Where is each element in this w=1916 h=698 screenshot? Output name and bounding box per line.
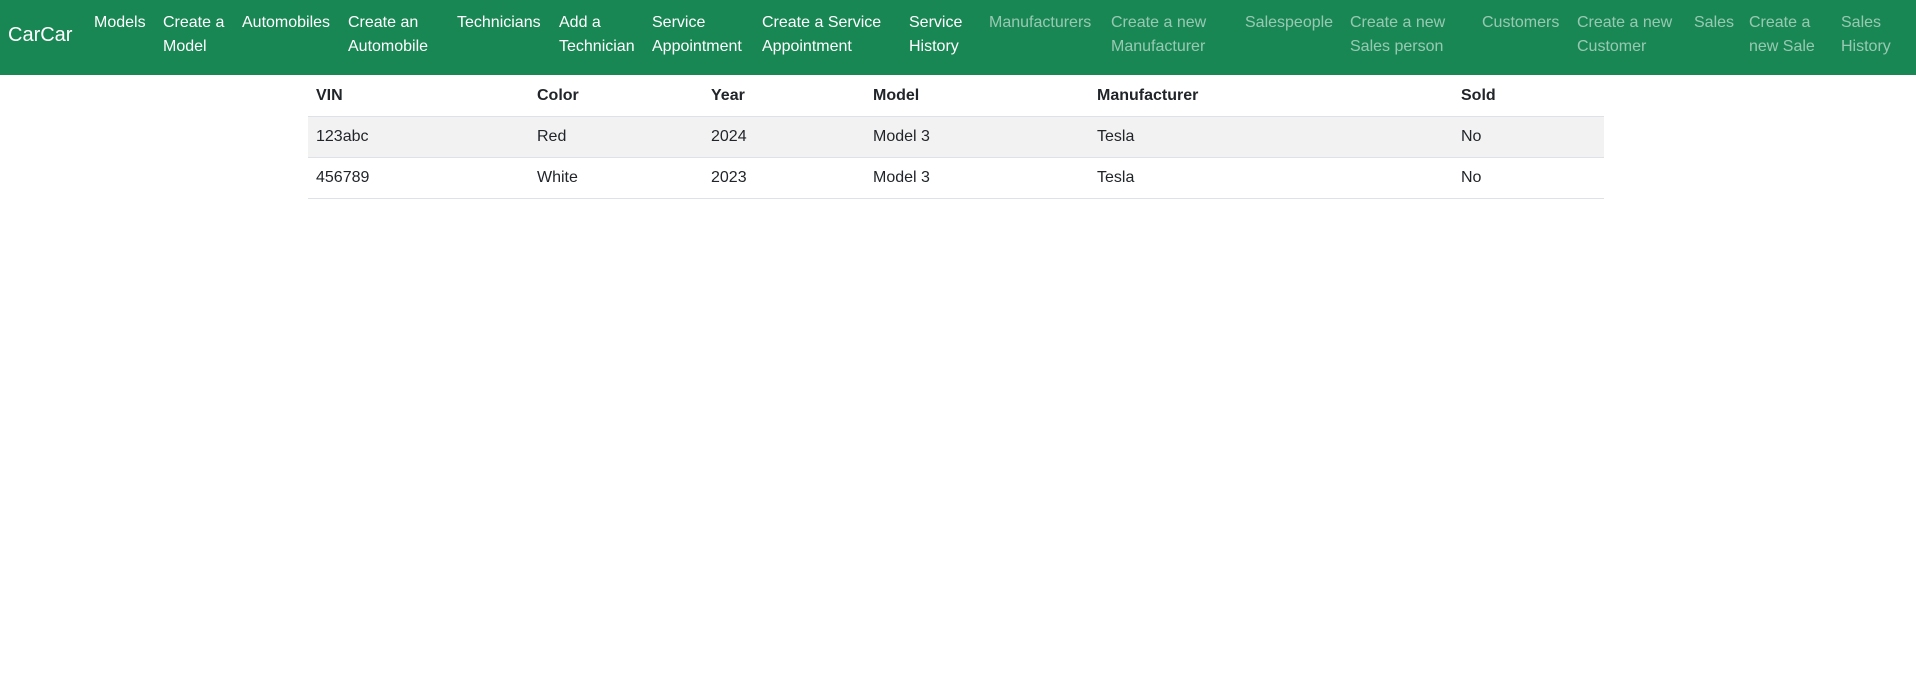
column-header-model: Model [865,77,1089,117]
column-header-vin: VIN [308,77,529,117]
nav-link-label: Create a [1749,14,1811,31]
column-header-sold: Sold [1453,77,1604,117]
cell-manufacturer: Tesla [1089,116,1453,158]
table-header: VIN Color Year Model Manufacturer Sold [308,77,1604,117]
automobiles-table: VIN Color Year Model Manufacturer Sold 1… [308,77,1604,199]
nav-link-label: Technician [559,38,635,55]
cell-color: White [529,157,703,199]
nav-link-label: Service [909,14,963,31]
nav-link-label: Customers [1482,14,1560,31]
nav-link-label: Sales [1694,14,1735,31]
column-header-color: Color [529,77,703,117]
cell-model: Model 3 [865,116,1089,158]
nav-link-automobiles[interactable]: Automobiles [242,11,330,35]
nav-link-service-appointment[interactable]: Service Appointment [652,11,742,59]
nav-link-label: Salespeople [1245,14,1334,31]
cell-year: 2024 [703,116,865,158]
cell-manufacturer: Tesla [1089,157,1453,199]
column-header-manufacturer: Manufacturer [1089,77,1453,117]
nav-link-label: Create a Service [762,14,882,31]
nav-link-label: Create a new [1111,14,1207,31]
nav-link-create-manufacturer[interactable]: Create a new Manufacturer [1111,11,1206,59]
nav-link-label: Models [94,14,146,31]
nav-link-label: Create a new [1577,14,1673,31]
cell-model: Model 3 [865,157,1089,199]
nav-link-label: Automobile [348,38,429,55]
table-row: 123abc Red 2024 Model 3 Tesla No [308,116,1604,158]
cell-sold: No [1453,157,1604,199]
nav-link-label: Add a [559,14,601,31]
cell-vin: 123abc [308,116,529,158]
brand-link[interactable]: CarCar [8,22,72,48]
nav-link-models[interactable]: Models [94,11,146,35]
nav-link-create-automobile[interactable]: Create an Automobile [348,11,428,59]
nav-link-label: History [909,38,959,55]
nav-link-manufacturers[interactable]: Manufacturers [989,11,1091,35]
nav-link-salespeople[interactable]: Salespeople [1245,11,1333,35]
nav-link-technicians[interactable]: Technicians [457,11,541,35]
nav-link-label: Create a [163,14,225,31]
cell-vin: 456789 [308,157,529,199]
nav-link-label: new Sale [1749,38,1815,55]
nav-link-service-history[interactable]: Service History [909,11,962,59]
nav-link-customers[interactable]: Customers [1482,11,1559,35]
nav-link-label: Model [163,38,207,55]
nav-link-create-sale[interactable]: Create a new Sale [1749,11,1815,59]
nav-link-label: Service [652,14,706,31]
table-header-row: VIN Color Year Model Manufacturer Sold [308,77,1604,117]
nav-link-label: Automobiles [242,14,331,31]
nav-link-label: Create an [348,14,419,31]
nav-link-label: Manufacturer [1111,38,1206,55]
nav-link-label: Appointment [652,38,742,55]
nav-link-add-technician[interactable]: Add a Technician [559,11,635,59]
nav-link-create-customer[interactable]: Create a new Customer [1577,11,1672,59]
nav-link-create-service-appointment[interactable]: Create a Service Appointment [762,11,881,59]
cell-color: Red [529,116,703,158]
cell-year: 2023 [703,157,865,199]
nav-link-label: Appointment [762,38,852,55]
table-row: 456789 White 2023 Model 3 Tesla No [308,157,1604,199]
nav-link-create-model[interactable]: Create a Model [163,11,224,59]
navbar: CarCar Models Create a Model Automobiles… [0,0,1916,75]
nav-link-label: Technicians [457,14,541,31]
column-header-year: Year [703,77,865,117]
nav-link-create-sales-person[interactable]: Create a new Sales person [1350,11,1445,59]
cell-sold: No [1453,116,1604,158]
nav-link-label: Sales [1841,14,1882,31]
table-body: 123abc Red 2024 Model 3 Tesla No 456789 … [308,116,1604,199]
nav-link-sales[interactable]: Sales [1694,11,1734,35]
nav-link-label: Sales person [1350,38,1444,55]
nav-link-label: Manufacturers [989,14,1092,31]
nav-link-label: Customer [1577,38,1647,55]
nav-link-label: Create a new [1350,14,1446,31]
automobile-list: VIN Color Year Model Manufacturer Sold 1… [308,77,1604,199]
nav-link-label: History [1841,38,1891,55]
nav-link-sales-history[interactable]: Sales History [1841,11,1891,59]
